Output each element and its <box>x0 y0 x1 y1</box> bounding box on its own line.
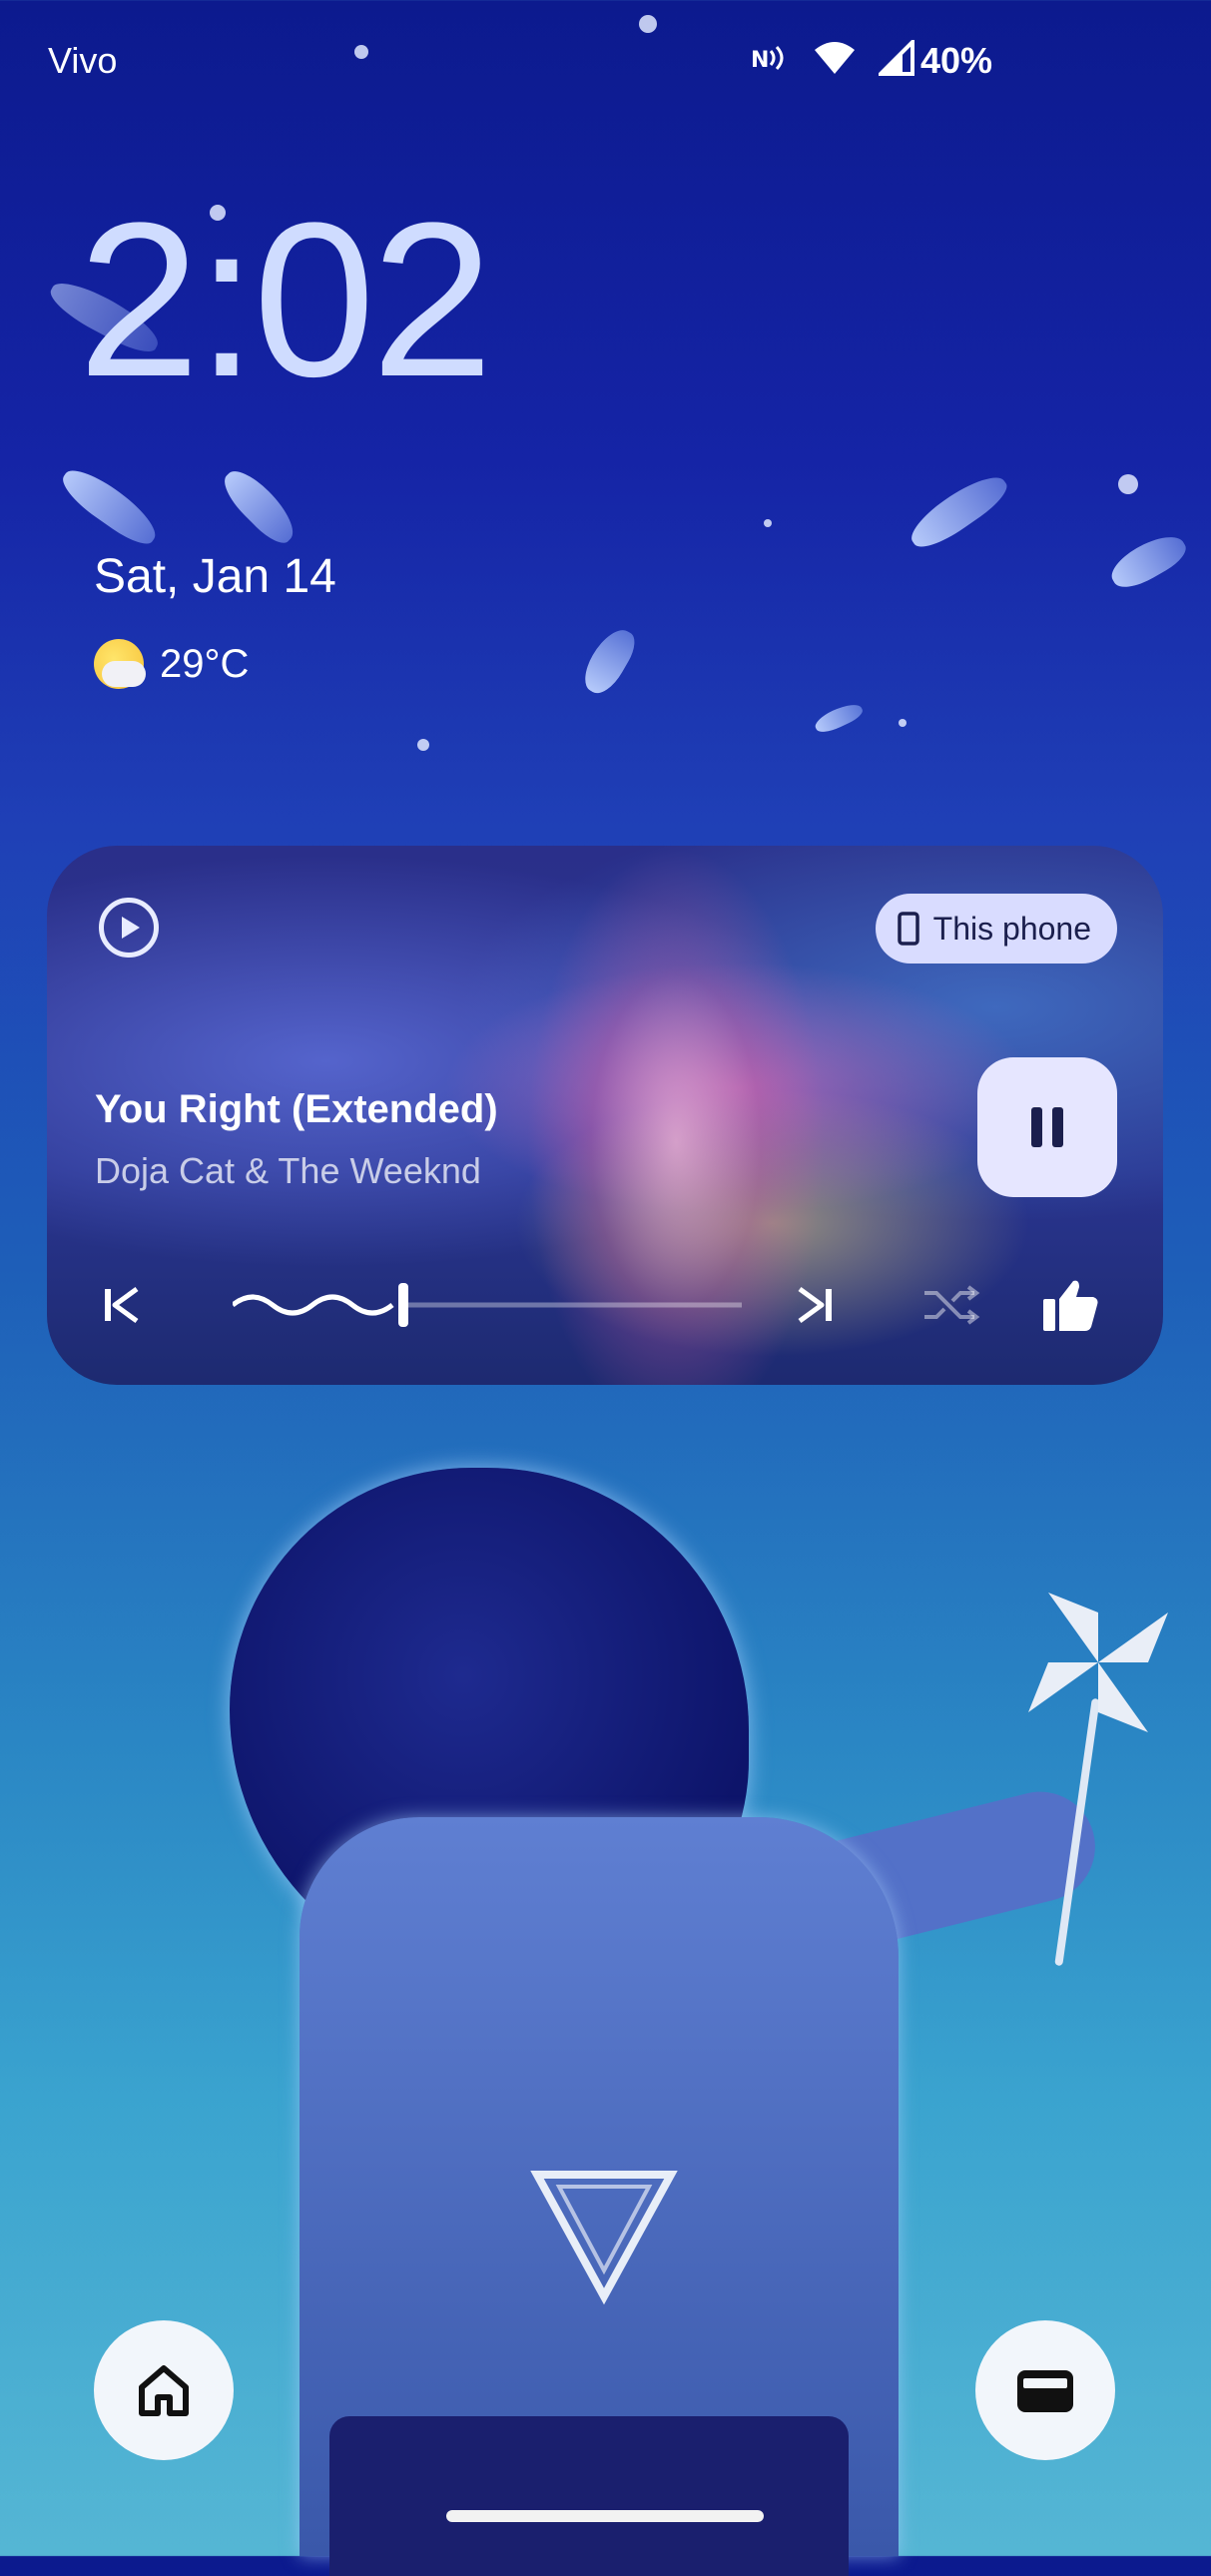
wifi-icon <box>815 42 855 74</box>
status-icons: N <box>751 40 914 76</box>
progress-played <box>233 1294 394 1316</box>
skip-next-icon <box>798 1286 832 1324</box>
pinwheel-icon <box>1028 1593 1168 1732</box>
thumbs-up-icon <box>1043 1280 1098 1331</box>
triangle-icon <box>530 2171 678 2305</box>
track-title: You Right (Extended) <box>95 1087 498 1131</box>
wallet-shortcut-button[interactable] <box>975 2320 1115 2460</box>
pause-icon <box>1031 1107 1063 1147</box>
svg-text:N: N <box>751 48 769 73</box>
nfc-icon: N <box>751 45 784 73</box>
lockscreen-date[interactable]: Sat, Jan 14 <box>94 549 336 604</box>
progress-thumb <box>398 1283 408 1327</box>
weather-temperature: 29°C <box>160 641 250 686</box>
pause-button[interactable] <box>977 1057 1117 1197</box>
signal-icon <box>879 40 914 76</box>
gesture-navigation-handle[interactable] <box>446 2510 764 2522</box>
media-player-card[interactable]: This phone You Right (Extended) Doja Cat… <box>47 846 1163 1385</box>
home-shortcut-button[interactable] <box>94 2320 234 2460</box>
shuffle-button[interactable] <box>915 1275 985 1335</box>
wallpaper-girl-skirt <box>329 2416 849 2576</box>
track-artist: Doja Cat & The Weeknd <box>95 1150 481 1191</box>
home-icon <box>139 2365 189 2416</box>
previous-track-button[interactable] <box>91 1275 151 1335</box>
weather-widget[interactable]: 29°C <box>94 639 249 689</box>
shuffle-icon <box>924 1285 980 1325</box>
skip-previous-icon <box>105 1286 139 1324</box>
playback-progress-slider[interactable] <box>233 1277 752 1333</box>
play-circle-icon[interactable] <box>99 898 159 958</box>
output-device-chip[interactable]: This phone <box>875 894 1117 964</box>
partly-cloudy-icon <box>94 639 146 689</box>
battery-label: 40% <box>920 40 993 81</box>
carrier-label: Vivo <box>48 40 118 81</box>
lockscreen-clock: 2:02 <box>78 177 493 422</box>
phone-icon <box>897 912 919 946</box>
next-track-button[interactable] <box>786 1275 846 1335</box>
thumbs-up-button[interactable] <box>1035 1270 1105 1340</box>
wallet-icon <box>1017 2370 1073 2412</box>
output-device-label: This phone <box>932 910 1091 947</box>
